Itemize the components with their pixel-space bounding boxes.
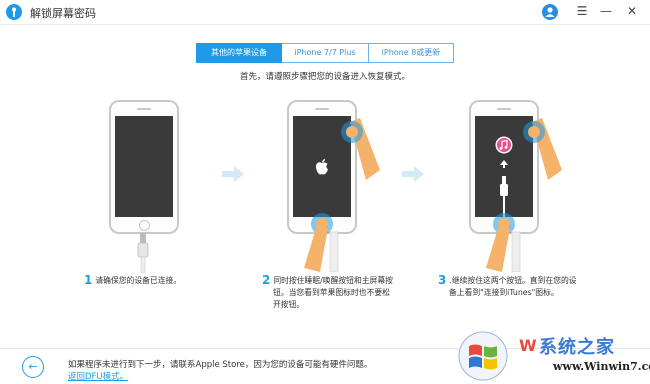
step-text-line: 备上看到"连接到iTunes"图标。 xyxy=(449,288,559,297)
app-logo-icon xyxy=(6,4,22,20)
instruction-text: 首先，请遵照步骤把您的设备进入恢复模式。 xyxy=(239,72,410,82)
user-icon[interactable] xyxy=(542,4,558,20)
finger-home-icon xyxy=(486,213,521,272)
step-number: 1 xyxy=(84,273,93,287)
phone-screen xyxy=(115,116,173,217)
tab-iphone-7[interactable]: iPhone 7/7 Plus xyxy=(282,43,369,63)
minimize-icon[interactable]: — xyxy=(598,3,614,19)
speaker xyxy=(137,108,151,110)
step-text: 请确保您的设备已连接。 xyxy=(95,276,182,285)
finger-home-icon xyxy=(304,213,339,272)
cable-icon xyxy=(500,176,508,217)
tab-other-apple-devices[interactable]: 其他的苹果设备 xyxy=(196,43,282,63)
step-2-caption: 2 同时按住睡眠/唤醒按钮和主屏幕按 钮。当您看到苹果图标时也不要松 开按钮。 xyxy=(262,274,393,311)
step-number: 3 xyxy=(438,273,447,287)
menu-icon[interactable]: ☰ xyxy=(574,3,590,19)
footer-hint-text: 如果程序未进行到下一步，请联系Apple Store，因为您的设备可能有硬件问题… xyxy=(68,360,373,370)
step-text-line: .继续按住这两个按钮。直到在您的设 xyxy=(449,276,577,285)
title-bar: 解锁屏幕密码 ☰ — ✕ xyxy=(0,0,650,25)
lightning-cable xyxy=(137,233,149,273)
app-title: 解锁屏幕密码 xyxy=(30,7,96,20)
itunes-icon xyxy=(495,136,513,154)
step-text-line: 开按钮。 xyxy=(273,300,305,309)
watermark-url: www.Winwin7.com xyxy=(553,360,650,373)
step-text-line: 钮。当您看到苹果图标时也不要松 xyxy=(273,288,390,297)
watermark-name: 系统之家 xyxy=(539,337,615,358)
step-3-caption: 3 .继续按住这两个按钮。直到在您的设 备上看到"连接到iTunes"图标。 xyxy=(438,274,577,299)
arrow-up-icon xyxy=(500,160,508,168)
dfu-mode-link[interactable]: 返回DFU模式。 xyxy=(68,370,128,382)
apple-logo-icon xyxy=(316,159,328,175)
windows-logo-icon xyxy=(458,331,508,381)
watermark: W 系统之家 www.Winwin7.com xyxy=(455,330,650,383)
phone-step-1 xyxy=(109,100,179,234)
back-button[interactable]: ← xyxy=(22,356,44,378)
home-button xyxy=(139,220,150,231)
tab-iphone-8[interactable]: iPhone 8或更新 xyxy=(369,43,454,63)
speaker xyxy=(315,108,329,110)
arrow-right-icon xyxy=(402,166,424,182)
finger-side-icon xyxy=(523,118,562,180)
speaker xyxy=(497,108,511,110)
arrow-right-icon xyxy=(222,166,244,182)
back-arrow-icon: ← xyxy=(28,360,38,373)
step-number: 2 xyxy=(262,273,271,287)
close-icon[interactable]: ✕ xyxy=(624,3,640,19)
finger-side-icon xyxy=(341,118,380,180)
step-1-caption: 1 请确保您的设备已连接。 xyxy=(84,274,181,287)
step-text-line: 同时按住睡眠/唤醒按钮和主屏幕按 xyxy=(273,276,393,285)
watermark-letters: W xyxy=(519,336,537,355)
device-tabs: 其他的苹果设备 iPhone 7/7 Plus iPhone 8或更新 xyxy=(196,43,454,63)
